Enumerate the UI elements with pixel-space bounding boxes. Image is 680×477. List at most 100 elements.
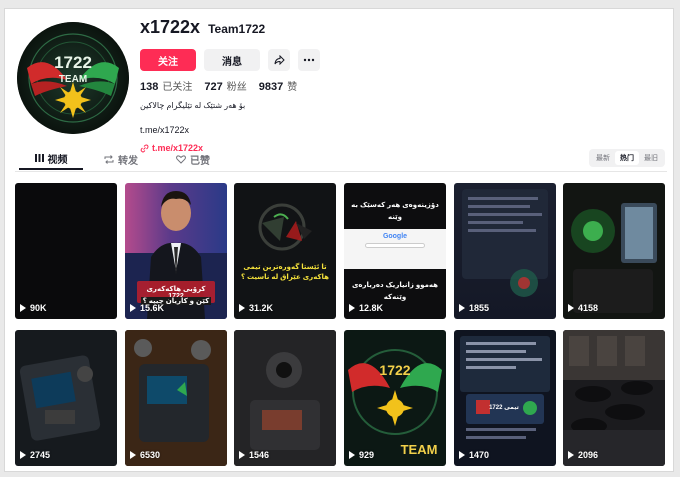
video-card[interactable]: 2096 <box>563 330 665 466</box>
grid-icon <box>34 154 44 162</box>
tab-divider <box>15 171 667 172</box>
video-caption: وێنە <box>387 214 403 221</box>
video-caption: هەموو زانیاریک دەربارەی <box>351 282 439 289</box>
sort-popular[interactable]: 热门 <box>615 151 639 165</box>
likes-stat: 9837 赞 <box>259 78 297 93</box>
video-views: 929 <box>349 450 374 460</box>
tab-liked-label: 已赞 <box>190 155 210 167</box>
video-thumbnail <box>125 330 227 466</box>
google-search-box <box>365 243 425 248</box>
video-caption: TEAM <box>400 442 438 457</box>
video-card[interactable]: 90K <box>15 183 117 319</box>
sort-toggle: 最新 热门 最旧 <box>589 149 665 167</box>
video-card[interactable]: 1546 <box>234 330 336 466</box>
view-count: 31.2K <box>249 303 274 313</box>
follow-button[interactable]: 关注 <box>140 49 196 71</box>
video-thumbnail <box>462 189 548 297</box>
profile-info: x1722x Team1722 关注 消息 138 已关注 727 粉丝 9837 赞… <box>140 17 660 154</box>
more-button[interactable] <box>298 49 320 71</box>
video-thumbnail <box>19 355 101 441</box>
share-button[interactable] <box>268 49 290 71</box>
play-icon <box>459 451 465 459</box>
more-icon <box>303 58 315 62</box>
view-count: 6530 <box>140 450 161 460</box>
view-count: 2096 <box>578 450 599 460</box>
play-icon <box>568 304 574 312</box>
play-icon <box>20 304 26 312</box>
play-icon <box>20 451 26 459</box>
view-count: 1470 <box>469 450 490 460</box>
view-count: 2745 <box>30 450 51 460</box>
tab-videos-label: 视频 <box>47 154 68 166</box>
video-caption: وێنەکە <box>383 294 407 301</box>
view-count: 4158 <box>578 303 599 313</box>
following-count: 138 <box>140 81 159 93</box>
tab-reposts-label: 转发 <box>118 155 138 167</box>
video-views: 12.8K <box>349 303 383 313</box>
video-card[interactable]: 6530 <box>125 330 227 466</box>
play-icon <box>349 304 355 312</box>
following-stat[interactable]: 138 已关注 <box>140 78 192 93</box>
share-icon <box>274 55 285 65</box>
play-icon <box>568 451 574 459</box>
message-button[interactable]: 消息 <box>204 49 260 71</box>
video-card[interactable]: 1722 TEAM 929 <box>344 330 446 466</box>
video-card[interactable]: 1855 <box>454 183 556 319</box>
view-count: 929 <box>359 450 375 460</box>
video-thumbnail <box>563 330 665 466</box>
profile-bio: بۆ هەر شتێک لە تێلیگرام چالاکین <box>140 101 246 110</box>
play-icon <box>459 304 465 312</box>
followers-count: 727 <box>204 81 223 93</box>
video-views: 90K <box>20 303 47 313</box>
video-views: 2096 <box>568 450 598 460</box>
profile-nickname: Team1722 <box>208 22 266 36</box>
tab-liked[interactable]: 已赞 <box>163 148 223 170</box>
video-views: 6530 <box>130 450 160 460</box>
profile-stats: 138 已关注 727 粉丝 9837 赞 <box>140 78 660 93</box>
video-caption: تیمی 1722 <box>489 405 519 411</box>
video-card[interactable]: Google دۆزینەوەی هەر کەسێک بە وێنە هەموو… <box>344 183 446 319</box>
profile-link-text: t.me/x1722x <box>140 125 190 135</box>
view-count: 90K <box>30 303 47 313</box>
sort-oldest[interactable]: 最旧 <box>639 151 663 165</box>
video-thumbnail <box>258 203 312 251</box>
video-card[interactable]: 2745 <box>15 330 117 466</box>
video-views: 31.2K <box>239 303 273 313</box>
video-views: 4158 <box>568 303 598 313</box>
play-icon <box>130 304 136 312</box>
view-count: 12.8K <box>359 303 384 313</box>
followers-stat[interactable]: 727 粉丝 <box>204 78 246 93</box>
video-card[interactable]: تا ئێستا گەورەترین تیمی هاکەری عێراق لە … <box>234 183 336 319</box>
video-views: 1546 <box>239 450 269 460</box>
view-count: 1546 <box>249 450 270 460</box>
profile-handle: x1722x <box>140 17 201 37</box>
avatar-text: 1722 <box>54 53 92 72</box>
video-caption: 1722 <box>379 362 411 378</box>
view-count: 1855 <box>469 303 490 313</box>
action-buttons: 关注 消息 <box>140 49 660 71</box>
video-card[interactable]: کرۆبی هاکەکەری 1722 کێن و کاریان چییە ؟ … <box>125 183 227 319</box>
play-icon <box>239 304 245 312</box>
repost-icon <box>104 154 114 164</box>
video-caption: هاکەری عێراق لە ناسیت ؟ <box>240 274 330 281</box>
profile-page: 1722 TEAM x1722x Team1722 关注 消息 138已关注 <box>4 8 674 472</box>
play-icon <box>349 451 355 459</box>
view-count: 15.6K <box>140 303 165 313</box>
video-card[interactable]: 4158 <box>563 183 665 319</box>
tab-reposts[interactable]: 转发 <box>91 148 151 170</box>
avatar-subtext: TEAM <box>59 74 87 85</box>
avatar[interactable]: 1722 TEAM <box>17 22 129 134</box>
name-row: x1722x Team1722 <box>140 17 660 41</box>
video-thumbnail <box>571 203 657 313</box>
video-caption: دۆزینەوەی هەر کەسێک بە <box>351 202 439 209</box>
video-thumbnail <box>460 336 550 439</box>
tab-videos[interactable]: 视频 <box>19 148 83 170</box>
play-icon <box>239 451 245 459</box>
video-views: 1470 <box>459 450 489 460</box>
video-views: 2745 <box>20 450 50 460</box>
video-card[interactable]: تیمی 1722 1470 <box>454 330 556 466</box>
video-views: 1855 <box>459 303 489 313</box>
sort-latest[interactable]: 最新 <box>591 151 615 165</box>
followers-label: 粉丝 <box>226 82 247 93</box>
heart-icon <box>176 154 186 164</box>
